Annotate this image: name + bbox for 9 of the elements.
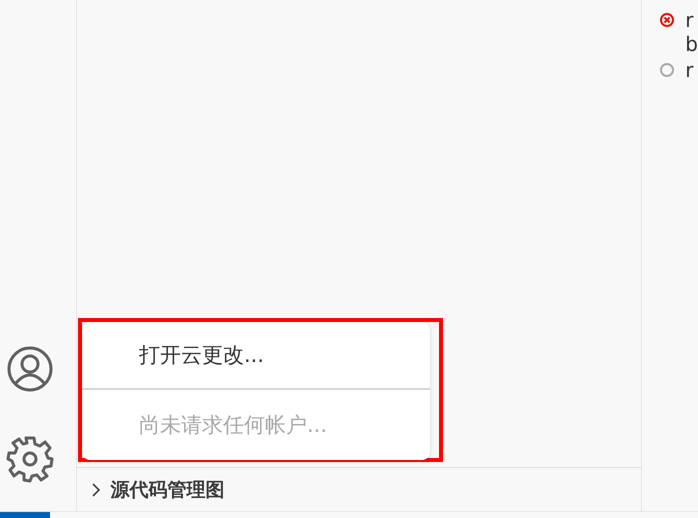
settings-icon[interactable] bbox=[6, 435, 54, 483]
error-icon bbox=[659, 12, 676, 28]
problem-text: b bbox=[685, 32, 698, 56]
menu-item[interactable]: 打开云更改... bbox=[82, 322, 430, 388]
chevron-icon bbox=[90, 482, 101, 496]
account-icon[interactable] bbox=[6, 345, 54, 393]
circle-icon bbox=[659, 62, 676, 78]
problem-text: r bbox=[685, 58, 694, 82]
problem-text: r bbox=[685, 8, 695, 32]
